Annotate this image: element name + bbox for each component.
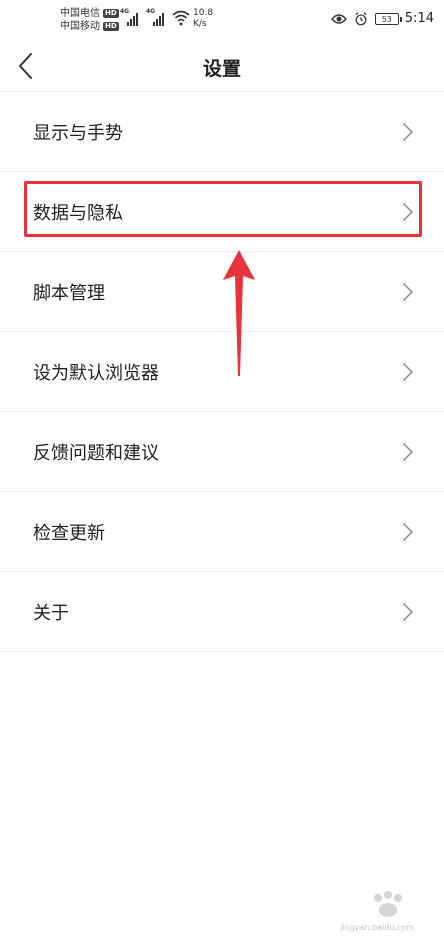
carrier-name-2: 中国移动: [60, 21, 100, 32]
chevron-right-icon: [403, 443, 413, 461]
wifi-icon: [172, 10, 190, 26]
settings-item-check-update[interactable]: 检查更新: [0, 492, 444, 572]
list-item-label: 显示与手势: [33, 123, 123, 144]
list-item-label: 脚本管理: [33, 283, 105, 304]
eye-icon: [330, 13, 347, 24]
carrier-info: 中国电信 HD 中国移动 HD: [60, 7, 119, 33]
list-item-label: 反馈问题和建议: [33, 443, 159, 464]
annotation-highlight-box: [24, 181, 422, 237]
speed-unit: K/s: [193, 19, 207, 29]
settings-item-display-gesture[interactable]: 显示与手势: [0, 92, 444, 172]
chevron-right-icon: [403, 123, 413, 141]
hd-badge-2: HD: [103, 22, 119, 31]
settings-screen: 中国电信 HD 中国移动 HD 4G 4G 10.8 K/s 53 5:14 设…: [0, 0, 444, 938]
settings-item-feedback[interactable]: 反馈问题和建议: [0, 412, 444, 492]
paw-logo-icon: [374, 891, 402, 917]
chevron-right-icon: [403, 363, 413, 381]
network-speed: 10.8 K/s: [193, 8, 213, 30]
list-item-label: 关于: [33, 603, 69, 624]
watermark-text: jingyan.baidu.com: [340, 923, 414, 932]
signal-icon: 4G: [120, 8, 142, 28]
watermark: jingyan.baidu.com: [340, 888, 416, 932]
chevron-right-icon: [403, 283, 413, 301]
status-right: 53 5:14: [330, 11, 434, 26]
battery-icon: 53: [374, 12, 402, 25]
annotation-arrow-icon: [223, 250, 255, 376]
speed-value: 10.8: [193, 8, 214, 18]
list-item-label: 检查更新: [33, 523, 105, 544]
signal-icon: 4G: [146, 8, 168, 28]
chevron-right-icon: [403, 523, 413, 541]
hd-badge-1: HD: [103, 9, 119, 18]
title-bar: 设置: [0, 40, 444, 92]
list-item-label: 设为默认浏览器: [33, 363, 159, 384]
alarm-icon: [355, 11, 367, 25]
settings-item-about[interactable]: 关于: [0, 572, 444, 652]
signal-group: 4G 4G: [120, 8, 168, 28]
page-title: 设置: [202, 58, 241, 80]
status-bar: 中国电信 HD 中国移动 HD 4G 4G 10.8 K/s 53 5:14: [0, 0, 444, 40]
chevron-right-icon: [403, 603, 413, 621]
status-time: 5:14: [404, 11, 434, 26]
carrier-name-1: 中国电信: [60, 8, 100, 19]
